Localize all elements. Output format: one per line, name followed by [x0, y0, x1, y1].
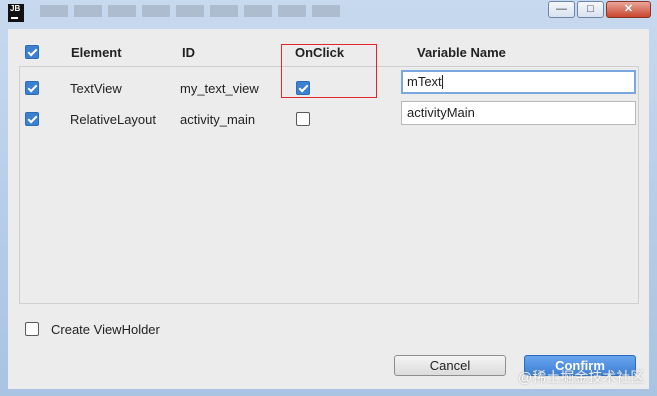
jetbrains-logo-icon: JB: [8, 4, 24, 22]
row-element-name: RelativeLayout: [70, 112, 156, 127]
close-icon: ✕: [623, 3, 634, 15]
row-select-checkbox[interactable]: [25, 112, 39, 126]
row-id: activity_main: [180, 112, 256, 127]
watermark: @稀土掘金技术社区: [518, 369, 645, 385]
row-id: my_text_view: [180, 81, 259, 96]
column-header-element: Element: [71, 45, 122, 60]
title-bar[interactable]: JB — □ ✕: [0, 0, 657, 24]
cancel-button[interactable]: Cancel: [394, 355, 506, 376]
row-select-checkbox[interactable]: [25, 81, 39, 95]
text-caret: [441, 75, 443, 89]
select-all-checkbox[interactable]: [25, 45, 39, 59]
variable-name-value: mText: [407, 74, 442, 89]
blurred-window-title: [40, 5, 340, 17]
dialog-content: Element ID OnClick Variable Name TextVie…: [8, 29, 649, 389]
app-icon-text: JB: [10, 4, 21, 13]
create-viewholder-checkbox[interactable]: [25, 322, 39, 336]
minimize-icon: —: [556, 3, 567, 15]
element-list-panel: TextView my_text_view mText RelativeLayo…: [19, 66, 639, 304]
row-onclick-checkbox[interactable]: [296, 112, 310, 126]
maximize-button[interactable]: □: [577, 1, 604, 18]
column-header-variable-name: Variable Name: [417, 45, 506, 60]
row-element-name: TextView: [70, 81, 122, 96]
minimize-button[interactable]: —: [548, 1, 575, 18]
maximize-icon: □: [587, 3, 594, 15]
dialog-window: JB — □ ✕ Element ID OnClick Variable Nam…: [0, 0, 657, 396]
column-header-id: ID: [182, 45, 195, 60]
onclick-highlight-box: [281, 44, 377, 98]
variable-name-value: activityMain: [407, 105, 475, 120]
close-button[interactable]: ✕: [606, 1, 651, 18]
create-viewholder-label: Create ViewHolder: [51, 322, 160, 337]
variable-name-input[interactable]: mText: [401, 70, 636, 94]
variable-name-input[interactable]: activityMain: [401, 101, 636, 125]
